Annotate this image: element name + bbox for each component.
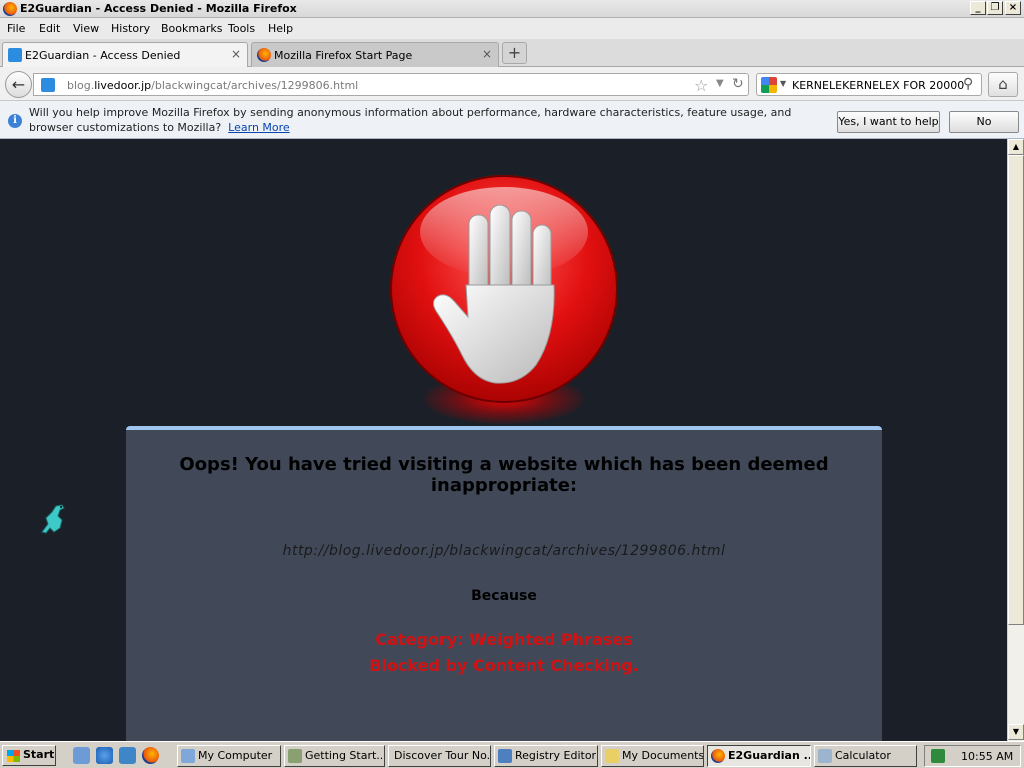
menu-bar: File Edit View History Bookmarks Tools H…	[0, 18, 1024, 39]
task-my-documents[interactable]: My Documents	[601, 745, 704, 767]
reload-icon[interactable]: ↻	[732, 76, 744, 92]
system-tray: 10:55 AM	[924, 745, 1021, 767]
search-query[interactable]: KERNELEKERNELEX FOR 20000	[792, 79, 964, 92]
close-window-button[interactable]: ×	[1005, 1, 1021, 15]
scroll-thumb[interactable]	[1008, 155, 1024, 625]
tab-e2guardian[interactable]: E2Guardian - Access Denied ×	[2, 42, 248, 68]
site-identity-icon[interactable]	[41, 78, 55, 92]
because-label: Because	[471, 588, 537, 604]
registry-icon	[498, 749, 512, 763]
task-label: Registry Editor	[515, 749, 597, 762]
notification-message: Will you help improve Mozilla Firefox by…	[29, 106, 792, 134]
window-title: E2Guardian - Access Denied - Mozilla Fir…	[20, 2, 297, 15]
scroll-up-arrow-icon[interactable]: ▲	[1008, 139, 1024, 155]
task-label: E2Guardian ...	[728, 749, 811, 762]
task-label: Calculator	[835, 749, 891, 762]
no-button[interactable]: No	[949, 111, 1019, 133]
network-icon[interactable]	[119, 747, 136, 764]
menu-history[interactable]: History	[111, 22, 150, 35]
block-headline: Oops! You have tried visiting a website …	[179, 454, 829, 496]
task-getting-started[interactable]: Getting Start...	[284, 745, 385, 767]
site-icon	[8, 48, 22, 62]
clock: 10:55 AM	[961, 750, 1014, 763]
navigation-bar: ← blog.livedoor.jp/blackwingcat/archives…	[0, 67, 1024, 101]
task-e2guardian[interactable]: E2Guardian ...	[707, 745, 811, 767]
yes-help-button[interactable]: Yes, I want to help	[837, 111, 940, 133]
scroll-down-arrow-icon[interactable]: ▼	[1008, 724, 1024, 740]
history-dropdown-icon[interactable]: ▼	[716, 78, 724, 89]
block-reason: Blocked by Content Checking.	[369, 656, 639, 675]
menu-file[interactable]: File	[7, 22, 25, 35]
start-button[interactable]: Start	[2, 745, 56, 766]
internet-explorer-icon[interactable]	[96, 747, 113, 764]
show-desktop-icon[interactable]	[73, 747, 90, 764]
menu-view[interactable]: View	[73, 22, 99, 35]
page-content: Oops! You have tried visiting a website …	[0, 139, 1007, 741]
taskbar: Start My Computer Getting Start... Disco…	[0, 741, 1024, 768]
home-icon: ⌂	[998, 75, 1008, 93]
firefox-icon	[257, 48, 271, 62]
telemetry-notification-bar: i Will you help improve Mozilla Firefox …	[0, 101, 1024, 139]
app-icon	[288, 749, 302, 763]
tab-start-page[interactable]: Mozilla Firefox Start Page ×	[251, 42, 499, 67]
task-calculator[interactable]: Calculator	[814, 745, 917, 767]
stop-hand-icon	[390, 175, 618, 403]
task-label: My Computer	[198, 749, 273, 762]
firefox-icon	[711, 749, 725, 763]
computer-icon	[181, 749, 195, 763]
new-tab-button[interactable]: +	[502, 42, 527, 64]
windows-logo-icon	[7, 750, 20, 762]
url-bar[interactable]: blog.livedoor.jp/blackwingcat/archives/1…	[33, 73, 749, 96]
task-discover-tour[interactable]: Discover Tour No...	[388, 745, 491, 767]
tab-label: Mozilla Firefox Start Page	[274, 49, 413, 62]
task-label: Discover Tour No...	[394, 749, 491, 762]
restore-button[interactable]: ❐	[987, 1, 1003, 15]
calculator-icon	[818, 749, 832, 763]
block-message-panel: Oops! You have tried visiting a website …	[126, 426, 882, 741]
task-my-computer[interactable]: My Computer	[177, 745, 281, 767]
google-engine-icon[interactable]	[761, 77, 777, 93]
menu-tools[interactable]: Tools	[228, 22, 255, 35]
title-bar: E2Guardian - Access Denied - Mozilla Fir…	[0, 0, 1024, 18]
back-arrow-icon: ←	[11, 75, 26, 94]
task-label: Getting Start...	[305, 749, 385, 762]
dinosaur-icon	[41, 504, 65, 534]
info-icon: i	[8, 114, 22, 128]
vertical-scrollbar[interactable]: ▲ ▼	[1007, 139, 1024, 741]
search-icon[interactable]: ⚲	[963, 76, 973, 92]
url-text: blog.livedoor.jp/blackwingcat/archives/1…	[67, 79, 359, 92]
engine-dropdown-icon[interactable]: ▼	[780, 79, 786, 88]
tab-label: E2Guardian - Access Denied	[25, 49, 181, 62]
bookmark-star-icon[interactable]: ☆	[694, 76, 708, 95]
home-button[interactable]: ⌂	[988, 72, 1018, 97]
block-category: Category: Weighted Phrases	[375, 630, 633, 649]
close-tab-icon[interactable]: ×	[231, 47, 241, 61]
blocked-url: http://blog.livedoor.jp/blackwingcat/arc…	[282, 543, 726, 559]
start-label: Start	[23, 748, 55, 761]
minimize-button[interactable]: _	[970, 1, 986, 15]
close-tab-icon[interactable]: ×	[482, 47, 492, 61]
task-registry-editor[interactable]: Registry Editor	[494, 745, 598, 767]
firefox-icon	[3, 2, 17, 16]
task-label: My Documents	[622, 749, 704, 762]
tray-app-icon[interactable]	[931, 749, 945, 763]
search-bar[interactable]: ▼ KERNELEKERNELEX FOR 20000 ⚲	[756, 73, 982, 96]
learn-more-link[interactable]: Learn More	[228, 121, 290, 134]
back-button[interactable]: ←	[5, 71, 32, 98]
menu-edit[interactable]: Edit	[39, 22, 60, 35]
menu-help[interactable]: Help	[268, 22, 293, 35]
folder-icon	[605, 749, 619, 763]
menu-bookmarks[interactable]: Bookmarks	[161, 22, 222, 35]
firefox-quicklaunch-icon[interactable]	[142, 747, 159, 764]
